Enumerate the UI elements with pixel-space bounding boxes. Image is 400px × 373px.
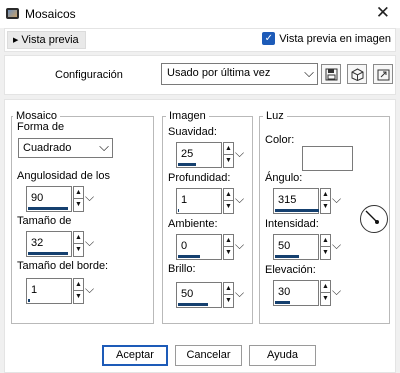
elevacion-input[interactable]: 30 (273, 280, 319, 306)
imagen-title: Imagen (166, 110, 209, 122)
chevron-down-icon[interactable]: ⌵ (235, 238, 244, 253)
angulo-input[interactable]: 315 (273, 188, 319, 214)
intensidad-input[interactable]: 50 (273, 234, 319, 260)
brillo-label: Brillo: (168, 263, 196, 275)
borde-slider-fill (28, 299, 30, 302)
intensidad-label: Intensidad: (265, 218, 319, 230)
up-arrow-icon[interactable]: ▲ (321, 189, 330, 201)
angulo-slider-fill (275, 209, 319, 212)
chevron-down-icon[interactable]: ⌵ (85, 190, 94, 205)
cancel-button[interactable]: Cancelar (175, 345, 242, 366)
down-arrow-icon[interactable]: ▼ (321, 247, 330, 259)
intensidad-slider-fill (275, 255, 299, 258)
down-arrow-icon[interactable]: ▼ (74, 244, 83, 256)
down-arrow-icon[interactable]: ▼ (321, 293, 330, 305)
light-color-swatch[interactable] (302, 146, 353, 171)
preview-toggle-label: Vista previa (21, 34, 79, 46)
borde-input[interactable]: 1 (26, 278, 72, 304)
down-arrow-icon[interactable]: ▼ (74, 291, 83, 303)
chevron-down-icon[interactable]: ⌵ (332, 284, 341, 299)
title-bar: Mosaicos ✕ (0, 0, 400, 28)
reset-button[interactable] (373, 64, 393, 84)
down-arrow-icon[interactable]: ▼ (74, 199, 83, 211)
mosaico-group: Mosaico Forma de Cuadrado ⌵ Angulosidad … (11, 110, 154, 324)
settings-panel: Mosaico Forma de Cuadrado ⌵ Angulosidad … (4, 99, 396, 373)
chevron-down-icon[interactable]: ⌵ (235, 146, 244, 161)
down-arrow-icon[interactable]: ▼ (224, 155, 233, 167)
up-arrow-icon[interactable]: ▲ (224, 189, 233, 201)
help-button[interactable]: Ayuda (249, 345, 316, 366)
chevron-down-icon[interactable]: ⌵ (332, 192, 341, 207)
chevron-down-icon[interactable]: ⌵ (85, 282, 94, 297)
preview-in-image-label: Vista previa en imagen (279, 32, 391, 45)
angulosidad-input[interactable]: 90 (26, 186, 72, 212)
brillo-input[interactable]: 50 (176, 282, 222, 308)
preview-in-image-checkbox[interactable]: ✓ Vista previa en imagen (262, 32, 391, 45)
preview-toggle-button[interactable]: ▶ Vista previa (7, 31, 86, 49)
angulosidad-label: Angulosidad de los (17, 170, 110, 182)
app-icon (6, 8, 19, 19)
forma-label: Forma de (17, 121, 65, 133)
close-icon[interactable]: ✕ (376, 3, 390, 23)
dice-icon (351, 67, 363, 81)
up-arrow-icon[interactable]: ▲ (74, 279, 83, 291)
save-preset-button[interactable] (321, 64, 341, 84)
luz-group: Luz Color: Ángulo: 315 ▲ ▼ ⌵ Intensidad: … (259, 110, 390, 324)
chevron-down-icon[interactable]: ⌵ (332, 238, 341, 253)
chevron-down-icon: ⌵ (99, 139, 109, 154)
down-arrow-icon[interactable]: ▼ (224, 201, 233, 213)
brillo-slider-fill (178, 303, 208, 306)
down-arrow-icon[interactable]: ▼ (224, 247, 233, 259)
elevacion-label: Elevación: (265, 264, 316, 276)
window-title: Mosaicos (25, 7, 76, 21)
chevron-down-icon[interactable]: ⌵ (235, 286, 244, 301)
elevacion-slider-fill (275, 301, 290, 304)
chevron-down-icon: ⌵ (304, 65, 314, 80)
config-bar: Configuración Usado por última vez ⌵ (4, 55, 396, 95)
profundidad-label: Profundidad: (168, 172, 231, 184)
tamano-input[interactable]: 32 (26, 231, 72, 257)
up-arrow-icon[interactable]: ▲ (224, 143, 233, 155)
preview-bar: ▶ Vista previa ✓ Vista previa en imagen (4, 28, 396, 52)
expand-arrow-icon: ▶ (13, 37, 19, 44)
forma-value: Cuadrado (23, 142, 72, 154)
checkmark-icon[interactable]: ✓ (262, 32, 276, 45)
angulo-label: Ángulo: (265, 172, 303, 184)
angulosidad-slider-fill (28, 207, 68, 210)
config-label: Configuración (55, 69, 123, 81)
profundidad-slider-fill (178, 209, 179, 212)
reset-icon (377, 69, 389, 80)
up-arrow-icon[interactable]: ▲ (224, 283, 233, 295)
suavidad-label: Suavidad: (168, 126, 217, 138)
ambiente-label: Ambiente: (168, 218, 218, 230)
suavidad-slider-fill (178, 163, 196, 166)
suavidad-input[interactable]: 25 (176, 142, 222, 168)
tamano-slider-fill (28, 252, 68, 255)
up-arrow-icon[interactable]: ▲ (74, 232, 83, 244)
chevron-down-icon[interactable]: ⌵ (85, 235, 94, 250)
save-icon (325, 68, 337, 80)
up-arrow-icon[interactable]: ▲ (74, 187, 83, 199)
up-arrow-icon[interactable]: ▲ (321, 235, 330, 247)
down-arrow-icon[interactable]: ▼ (224, 295, 233, 307)
up-arrow-icon[interactable]: ▲ (224, 235, 233, 247)
borde-label: Tamaño del borde: (17, 260, 109, 272)
ok-button[interactable]: Aceptar (102, 345, 168, 366)
forma-select[interactable]: Cuadrado ⌵ (18, 138, 113, 158)
tamano-label: Tamaño de (17, 215, 72, 227)
preset-select[interactable]: Usado por última vez ⌵ (161, 63, 318, 85)
angle-dial[interactable] (359, 204, 389, 234)
ambiente-slider-fill (178, 255, 200, 258)
chevron-down-icon[interactable]: ⌵ (235, 192, 244, 207)
up-arrow-icon[interactable]: ▲ (321, 281, 330, 293)
color-label: Color: (265, 134, 295, 146)
imagen-group: Imagen Suavidad: 25 ▲ ▼ ⌵ Profundidad: 1 … (162, 110, 253, 324)
profundidad-input[interactable]: 1 (176, 188, 222, 214)
preset-value: Usado por última vez (167, 67, 271, 79)
ambiente-input[interactable]: 0 (176, 234, 222, 260)
luz-title: Luz (263, 110, 287, 122)
down-arrow-icon[interactable]: ▼ (321, 201, 330, 213)
random-settings-button[interactable] (347, 64, 367, 84)
